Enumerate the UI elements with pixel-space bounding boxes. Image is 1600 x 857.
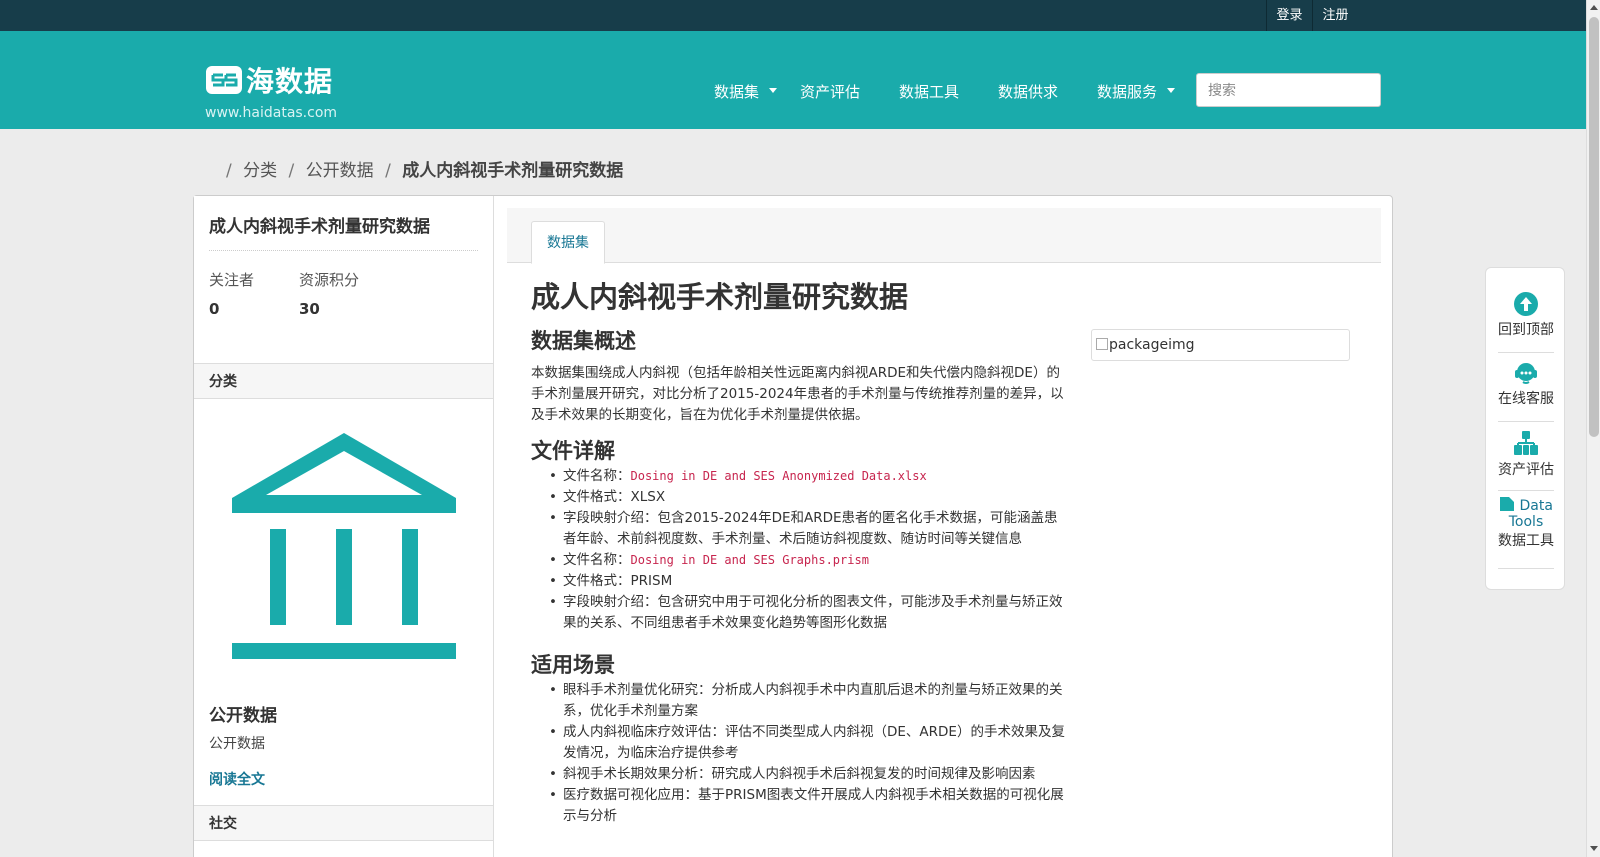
data-tools-en-label: Data Tools [1508, 498, 1553, 530]
institution-icon [232, 433, 456, 659]
files-list: 文件名称：Dosing in DE and SES Anonymized Dat… [531, 466, 1071, 634]
logo-icon [206, 66, 242, 94]
breadcrumb-separator: / [288, 161, 295, 181]
usage-list: 眼科手术剂量优化研究：分析成人内斜视手术中内直肌后退术的剂量与矫正效果的关系，优… [531, 680, 1071, 827]
account-bar: 登录 注册 [0, 0, 1586, 31]
social-header: 社交 [194, 805, 493, 841]
package-image: packageimg [1091, 329, 1350, 361]
usage-heading: 适用场景 [531, 653, 615, 677]
nav-asset-eval[interactable]: 资产评估 [800, 81, 860, 102]
database-icon [1514, 431, 1538, 455]
caret-down-icon [769, 88, 778, 93]
divider [1498, 568, 1554, 569]
followers-value: 0 [209, 300, 220, 318]
followers-label: 关注者 [209, 271, 255, 289]
back-to-top-label: 回到顶部 [1498, 322, 1554, 338]
nav-datasets[interactable]: 数据集 [714, 81, 778, 102]
file-name-label: 文件名称： [563, 552, 631, 568]
list-item: 文件格式：PRISM [531, 571, 1071, 592]
site-logo[interactable]: 海数据 [206, 63, 334, 98]
login-link[interactable]: 登录 [1266, 0, 1312, 31]
document-icon [1500, 497, 1515, 511]
data-tools-label: 数据工具 [1498, 533, 1554, 549]
dataset-sidebar-title: 成人内斜视手术剂量研究数据 [209, 217, 430, 237]
main-wrapper: 成人内斜视手术剂量研究数据 关注者 资源积分 0 30 分类 公开数据 公开数据… [193, 195, 1393, 857]
nav-asset-eval-label: 资产评估 [800, 83, 861, 101]
file-name-code: Dosing in DE and SES Anonymized Data.xls… [630, 469, 927, 483]
asset-eval-button[interactable]: 资产评估 [1496, 430, 1556, 479]
arrow-up-circle-icon [1514, 292, 1538, 316]
overview-text: 本数据集围绕成人内斜视（包括年龄相关性远距离内斜视ARDE和失代偿内隐斜视DE）… [531, 365, 1064, 423]
page-title: 成人内斜视手术剂量研究数据 [531, 280, 909, 314]
headset-icon [1515, 363, 1537, 384]
breadcrumb-public-data[interactable]: 公开数据 [306, 161, 374, 181]
content-area: 数据集 成人内斜视手术剂量研究数据 数据集概述 本数据集围绕成人内斜视（包括年龄… [495, 196, 1393, 857]
broken-image-icon [1096, 338, 1108, 350]
points-label: 资源积分 [299, 271, 360, 289]
divider [1498, 352, 1554, 353]
register-link[interactable]: 注册 [1312, 0, 1358, 31]
nav-data-tools[interactable]: 数据工具 [899, 81, 959, 102]
divider [1498, 490, 1554, 491]
search-input[interactable] [1196, 73, 1381, 107]
list-item: 文件名称：Dosing in DE and SES Anonymized Dat… [531, 466, 1071, 487]
scroll-down-icon[interactable] [1590, 846, 1598, 851]
file-name-code: Dosing in DE and SES Graphs.prism [630, 553, 869, 567]
breadcrumb: / 分类 / 公开数据 / 成人内斜视手术剂量研究数据 [220, 156, 623, 181]
overview-heading: 数据集概述 [531, 329, 636, 353]
breadcrumb-current[interactable]: 成人内斜视手术剂量研究数据 [402, 161, 623, 181]
nav-supply-demand-label: 数据供求 [998, 83, 1059, 101]
divider [1498, 421, 1554, 422]
breadcrumb-separator: / [385, 161, 391, 181]
data-tools-button[interactable]: Data Tools 数据工具 [1496, 496, 1556, 550]
logo-text: 海数据 [246, 65, 334, 98]
list-item: 成人内斜视临床疗效评估：评估不同类型成人内斜视（DE、ARDE）的手术效果及复发… [531, 722, 1071, 764]
breadcrumb-category[interactable]: 分类 [243, 161, 277, 181]
category-header: 分类 [194, 363, 493, 399]
floating-panel: 回到顶部 在线客服 资产评估 Data Tools 数据工具 [1485, 267, 1565, 590]
list-item: 文件名称：Dosing in DE and SES Graphs.prism [531, 550, 1071, 571]
files-heading: 文件详解 [531, 439, 615, 463]
list-item: 字段映射介绍：包含研究中用于可视化分析的图表文件，可能涉及手术剂量与矫正效果的关… [531, 592, 1071, 634]
list-item: 文件格式：XLSX [531, 487, 1071, 508]
org-description: 公开数据 [209, 736, 265, 752]
points-value: 30 [299, 300, 320, 318]
list-item: 字段映射介绍：包含2015-2024年DE和ARDE患者的匿名化手术数据，可能涵… [531, 508, 1071, 550]
online-service-button[interactable]: 在线客服 [1496, 361, 1556, 408]
nav-supply-demand[interactable]: 数据供求 [998, 81, 1058, 102]
org-name: 公开数据 [209, 706, 277, 726]
back-to-top-button[interactable]: 回到顶部 [1496, 292, 1556, 339]
nav-data-services[interactable]: 数据服务 [1097, 81, 1176, 102]
sidebar: 成人内斜视手术剂量研究数据 关注者 资源积分 0 30 分类 公开数据 公开数据… [194, 196, 494, 857]
scroll-thumb[interactable] [1589, 17, 1599, 437]
tab-strip: 数据集 [507, 208, 1381, 264]
breadcrumb-separator: / [226, 161, 232, 181]
file-name-label: 文件名称： [563, 468, 631, 484]
masthead: 海数据 www.haidatas.com 数据集 资产评估 数据工具 数据供求 … [0, 31, 1586, 129]
read-more-link[interactable]: 阅读全文 [209, 769, 265, 789]
divider [209, 250, 478, 251]
site-url: www.haidatas.com [205, 105, 338, 121]
nav-data-tools-label: 数据工具 [899, 83, 960, 101]
list-item: 医疗数据可视化应用：基于PRISM图表文件开展成人内斜视手术相关数据的可视化展示… [531, 785, 1071, 827]
asset-eval-label: 资产评估 [1498, 462, 1554, 478]
caret-down-icon [1167, 88, 1176, 93]
online-service-label: 在线客服 [1498, 391, 1554, 407]
list-item: 斜视手术长期效果分析：研究成人内斜视手术后斜视复发的时间规律及影响因素 [531, 764, 1071, 785]
nav-datasets-label: 数据集 [714, 83, 760, 101]
nav-data-services-label: 数据服务 [1097, 83, 1158, 101]
data-tools-en-link: Data Tools [1499, 497, 1553, 530]
tab-dataset[interactable]: 数据集 [531, 221, 605, 264]
list-item: 眼科手术剂量优化研究：分析成人内斜视手术中内直肌后退术的剂量与矫正效果的关系，优… [531, 680, 1071, 722]
scroll-up-icon[interactable] [1590, 5, 1598, 10]
page-scrollbar[interactable] [1586, 0, 1600, 857]
package-image-alt: packageimg [1109, 337, 1195, 353]
